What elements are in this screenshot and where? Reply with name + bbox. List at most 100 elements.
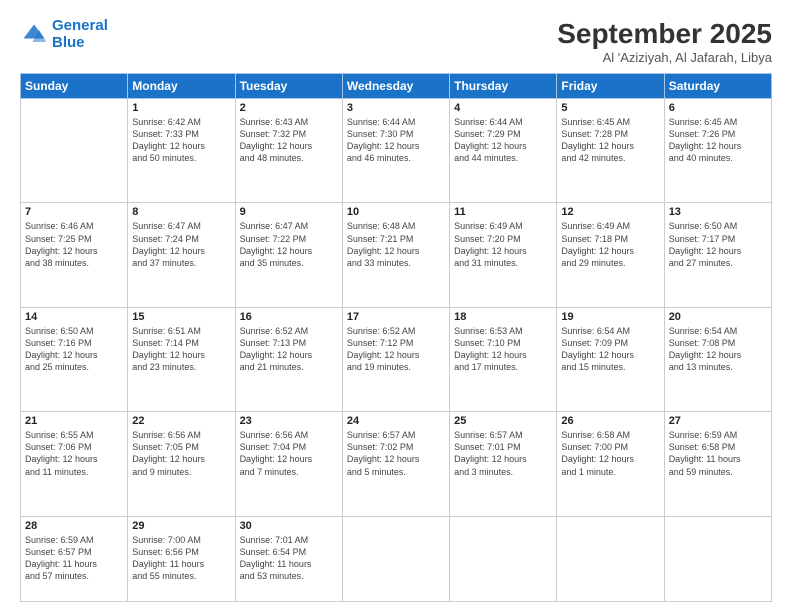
day-info: Sunrise: 6:42 AM Sunset: 7:33 PM Dayligh… bbox=[132, 116, 230, 165]
header: General Blue September 2025 Al 'Aziziyah… bbox=[20, 18, 772, 65]
calendar-cell: 23 Sunrise: 6:56 AM Sunset: 7:04 PM Dayli… bbox=[235, 412, 342, 516]
day-number: 2 bbox=[240, 102, 338, 114]
calendar-cell: 7 Sunrise: 6:46 AM Sunset: 7:25 PM Daylig… bbox=[21, 203, 128, 307]
calendar-cell: 9 Sunrise: 6:47 AM Sunset: 7:22 PM Daylig… bbox=[235, 203, 342, 307]
calendar-cell bbox=[342, 516, 449, 601]
calendar-cell: 20 Sunrise: 6:54 AM Sunset: 7:08 PM Dayli… bbox=[664, 307, 771, 411]
calendar-cell: 14 Sunrise: 6:50 AM Sunset: 7:16 PM Dayli… bbox=[21, 307, 128, 411]
day-info: Sunrise: 6:45 AM Sunset: 7:26 PM Dayligh… bbox=[669, 116, 767, 165]
day-number: 17 bbox=[347, 311, 445, 323]
calendar-cell bbox=[664, 516, 771, 601]
day-number: 7 bbox=[25, 206, 123, 218]
day-info: Sunrise: 6:43 AM Sunset: 7:32 PM Dayligh… bbox=[240, 116, 338, 165]
day-number: 4 bbox=[454, 102, 552, 114]
day-info: Sunrise: 6:50 AM Sunset: 7:17 PM Dayligh… bbox=[669, 220, 767, 269]
day-number: 16 bbox=[240, 311, 338, 323]
day-info: Sunrise: 6:59 AM Sunset: 6:58 PM Dayligh… bbox=[669, 429, 767, 478]
calendar-cell: 10 Sunrise: 6:48 AM Sunset: 7:21 PM Dayli… bbox=[342, 203, 449, 307]
day-number: 25 bbox=[454, 415, 552, 427]
day-number: 28 bbox=[25, 520, 123, 532]
day-number: 29 bbox=[132, 520, 230, 532]
day-info: Sunrise: 6:54 AM Sunset: 7:09 PM Dayligh… bbox=[561, 325, 659, 374]
day-info: Sunrise: 7:00 AM Sunset: 6:56 PM Dayligh… bbox=[132, 534, 230, 583]
day-info: Sunrise: 6:56 AM Sunset: 7:04 PM Dayligh… bbox=[240, 429, 338, 478]
calendar-week: 14 Sunrise: 6:50 AM Sunset: 7:16 PM Dayli… bbox=[21, 307, 772, 411]
title-block: September 2025 Al 'Aziziyah, Al Jafarah,… bbox=[557, 18, 772, 65]
day-info: Sunrise: 6:53 AM Sunset: 7:10 PM Dayligh… bbox=[454, 325, 552, 374]
day-info: Sunrise: 6:47 AM Sunset: 7:24 PM Dayligh… bbox=[132, 220, 230, 269]
day-number: 19 bbox=[561, 311, 659, 323]
calendar-week: 7 Sunrise: 6:46 AM Sunset: 7:25 PM Daylig… bbox=[21, 203, 772, 307]
calendar-cell: 5Sunrise: 6:45 AM Sunset: 7:28 PM Daylig… bbox=[557, 99, 664, 203]
day-number: 9 bbox=[240, 206, 338, 218]
calendar-cell: 24 Sunrise: 6:57 AM Sunset: 7:02 PM Dayli… bbox=[342, 412, 449, 516]
logo: General Blue bbox=[20, 18, 108, 51]
day-info: Sunrise: 6:51 AM Sunset: 7:14 PM Dayligh… bbox=[132, 325, 230, 374]
day-info: Sunrise: 6:47 AM Sunset: 7:22 PM Dayligh… bbox=[240, 220, 338, 269]
logo-icon bbox=[20, 21, 48, 49]
day-number: 30 bbox=[240, 520, 338, 532]
weekday-header: Tuesday bbox=[235, 74, 342, 99]
calendar-cell: 13 Sunrise: 6:50 AM Sunset: 7:17 PM Dayli… bbox=[664, 203, 771, 307]
calendar-cell: 28 Sunrise: 6:59 AM Sunset: 6:57 PM Dayli… bbox=[21, 516, 128, 601]
calendar-cell: 17 Sunrise: 6:52 AM Sunset: 7:12 PM Dayli… bbox=[342, 307, 449, 411]
day-number: 6 bbox=[669, 102, 767, 114]
day-number: 15 bbox=[132, 311, 230, 323]
day-info: Sunrise: 6:59 AM Sunset: 6:57 PM Dayligh… bbox=[25, 534, 123, 583]
day-info: Sunrise: 6:57 AM Sunset: 7:01 PM Dayligh… bbox=[454, 429, 552, 478]
calendar-cell: 12 Sunrise: 6:49 AM Sunset: 7:18 PM Dayli… bbox=[557, 203, 664, 307]
day-info: Sunrise: 6:48 AM Sunset: 7:21 PM Dayligh… bbox=[347, 220, 445, 269]
day-number: 11 bbox=[454, 206, 552, 218]
calendar-cell: 6 Sunrise: 6:45 AM Sunset: 7:26 PM Daylig… bbox=[664, 99, 771, 203]
day-info: Sunrise: 6:49 AM Sunset: 7:18 PM Dayligh… bbox=[561, 220, 659, 269]
day-info: Sunrise: 6:44 AM Sunset: 7:29 PM Dayligh… bbox=[454, 116, 552, 165]
calendar-cell: 26Sunrise: 6:58 AM Sunset: 7:00 PM Dayli… bbox=[557, 412, 664, 516]
page: General Blue September 2025 Al 'Aziziyah… bbox=[0, 0, 792, 612]
calendar-week: 1 Sunrise: 6:42 AM Sunset: 7:33 PM Daylig… bbox=[21, 99, 772, 203]
calendar-cell: 25 Sunrise: 6:57 AM Sunset: 7:01 PM Dayli… bbox=[450, 412, 557, 516]
day-number: 20 bbox=[669, 311, 767, 323]
calendar-week: 21Sunrise: 6:55 AM Sunset: 7:06 PM Dayli… bbox=[21, 412, 772, 516]
calendar-cell: 11Sunrise: 6:49 AM Sunset: 7:20 PM Dayli… bbox=[450, 203, 557, 307]
day-info: Sunrise: 6:57 AM Sunset: 7:02 PM Dayligh… bbox=[347, 429, 445, 478]
logo-text: General Blue bbox=[52, 18, 108, 51]
calendar: SundayMondayTuesdayWednesdayThursdayFrid… bbox=[20, 73, 772, 602]
day-info: Sunrise: 6:50 AM Sunset: 7:16 PM Dayligh… bbox=[25, 325, 123, 374]
calendar-cell: 21Sunrise: 6:55 AM Sunset: 7:06 PM Dayli… bbox=[21, 412, 128, 516]
day-info: Sunrise: 7:01 AM Sunset: 6:54 PM Dayligh… bbox=[240, 534, 338, 583]
day-number: 12 bbox=[561, 206, 659, 218]
calendar-cell bbox=[557, 516, 664, 601]
day-info: Sunrise: 6:56 AM Sunset: 7:05 PM Dayligh… bbox=[132, 429, 230, 478]
month-title: September 2025 bbox=[557, 18, 772, 50]
day-number: 1 bbox=[132, 102, 230, 114]
day-info: Sunrise: 6:52 AM Sunset: 7:12 PM Dayligh… bbox=[347, 325, 445, 374]
day-number: 18 bbox=[454, 311, 552, 323]
calendar-cell: 22Sunrise: 6:56 AM Sunset: 7:05 PM Dayli… bbox=[128, 412, 235, 516]
header-row: SundayMondayTuesdayWednesdayThursdayFrid… bbox=[21, 74, 772, 99]
day-number: 8 bbox=[132, 206, 230, 218]
day-number: 13 bbox=[669, 206, 767, 218]
calendar-cell: 15 Sunrise: 6:51 AM Sunset: 7:14 PM Dayli… bbox=[128, 307, 235, 411]
day-info: Sunrise: 6:46 AM Sunset: 7:25 PM Dayligh… bbox=[25, 220, 123, 269]
weekday-header: Sunday bbox=[21, 74, 128, 99]
day-number: 27 bbox=[669, 415, 767, 427]
day-info: Sunrise: 6:55 AM Sunset: 7:06 PM Dayligh… bbox=[25, 429, 123, 478]
calendar-cell: 18 Sunrise: 6:53 AM Sunset: 7:10 PM Dayli… bbox=[450, 307, 557, 411]
day-number: 14 bbox=[25, 311, 123, 323]
calendar-cell: 16 Sunrise: 6:52 AM Sunset: 7:13 PM Dayli… bbox=[235, 307, 342, 411]
calendar-cell: 3Sunrise: 6:44 AM Sunset: 7:30 PM Daylig… bbox=[342, 99, 449, 203]
calendar-cell: 8 Sunrise: 6:47 AM Sunset: 7:24 PM Daylig… bbox=[128, 203, 235, 307]
day-info: Sunrise: 6:58 AM Sunset: 7:00 PM Dayligh… bbox=[561, 429, 659, 478]
day-number: 5 bbox=[561, 102, 659, 114]
day-number: 24 bbox=[347, 415, 445, 427]
calendar-cell: 4 Sunrise: 6:44 AM Sunset: 7:29 PM Daylig… bbox=[450, 99, 557, 203]
weekday-header: Friday bbox=[557, 74, 664, 99]
day-number: 23 bbox=[240, 415, 338, 427]
day-info: Sunrise: 6:54 AM Sunset: 7:08 PM Dayligh… bbox=[669, 325, 767, 374]
day-info: Sunrise: 6:52 AM Sunset: 7:13 PM Dayligh… bbox=[240, 325, 338, 374]
calendar-cell bbox=[21, 99, 128, 203]
day-number: 3 bbox=[347, 102, 445, 114]
calendar-cell: 27 Sunrise: 6:59 AM Sunset: 6:58 PM Dayli… bbox=[664, 412, 771, 516]
calendar-cell: 19 Sunrise: 6:54 AM Sunset: 7:09 PM Dayli… bbox=[557, 307, 664, 411]
day-number: 10 bbox=[347, 206, 445, 218]
